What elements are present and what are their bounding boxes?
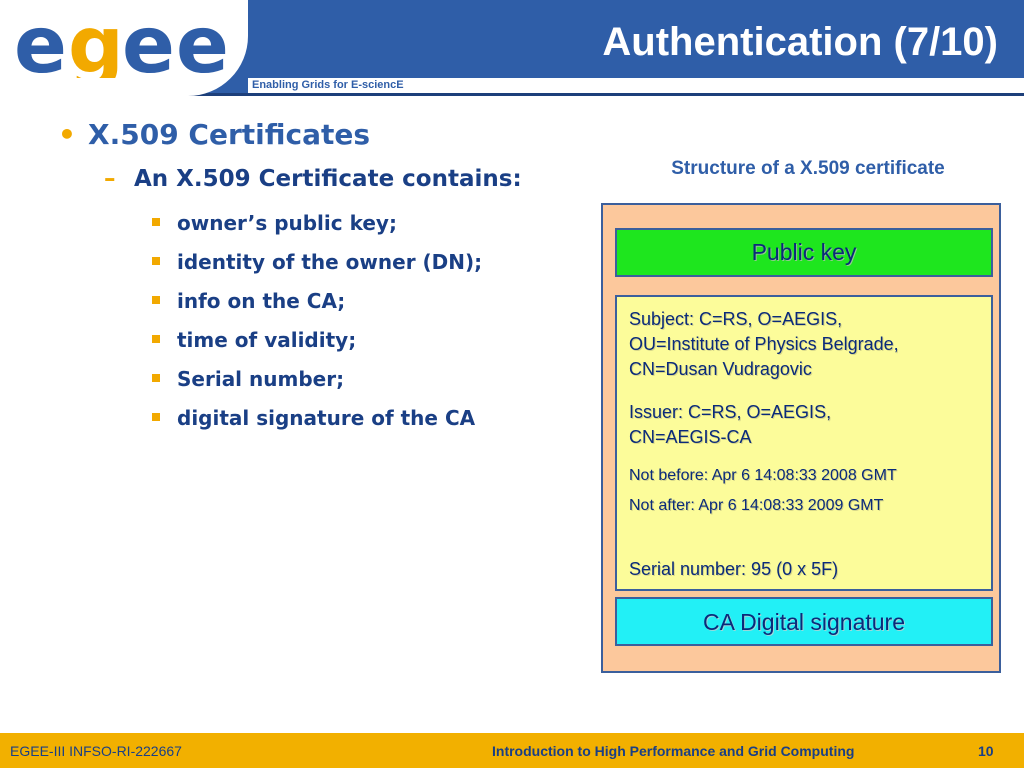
bullet-level2: – An X.509 Certificate contains: xyxy=(104,166,522,192)
square-bullet-icon xyxy=(152,374,160,382)
slide-title: Authentication (7/10) xyxy=(602,20,998,64)
list-item-text: digital signature of the CA xyxy=(177,406,476,430)
list-item: digital signature of the CA xyxy=(152,403,482,442)
not-after: Not after: Apr 6 14:08:33 2009 GMT xyxy=(629,497,884,514)
svg-text:e: e xyxy=(14,12,64,78)
not-before: Not before: Apr 6 14:08:33 2008 GMT xyxy=(629,467,897,484)
subject-line: CN=Dusan Vudragovic xyxy=(629,359,812,379)
list-item: info on the CA; xyxy=(152,286,482,325)
logo-panel: e g e e xyxy=(0,0,248,96)
issuer-line: Issuer: C=RS, O=AEGIS, xyxy=(629,402,832,422)
certificate-details-box: Subject: C=RS, O=AEGIS, OU=Institute of … xyxy=(615,295,993,591)
bullet-level1-text: X.509 Certificates xyxy=(88,118,371,151)
bullet-dash-icon: – xyxy=(104,166,116,192)
subject-line: OU=Institute of Physics Belgrade, xyxy=(629,334,899,354)
bullet-level2-text: An X.509 Certificate contains: xyxy=(134,166,522,192)
list-item: time of validity; xyxy=(152,325,482,364)
list-item: identity of the owner (DN); xyxy=(152,247,482,286)
egee-logo: e g e e xyxy=(14,12,230,78)
square-bullet-icon xyxy=(152,218,160,226)
tagline: Enabling Grids for E-sciencE xyxy=(252,79,404,91)
page-number: 10 xyxy=(978,743,994,759)
list-item: owner’s public key; xyxy=(152,208,482,247)
subject-line: Subject: C=RS, O=AEGIS, xyxy=(629,309,843,329)
list-item-text: owner’s public key; xyxy=(177,211,397,235)
list-item-text: info on the CA; xyxy=(177,289,346,313)
issuer-line: CN=AEGIS-CA xyxy=(629,427,752,447)
bullet-level1: • X.509 Certificates xyxy=(58,118,370,151)
square-bullet-icon xyxy=(152,296,160,304)
svg-text:e: e xyxy=(122,12,172,78)
ca-signature-box: CA Digital signature xyxy=(615,597,993,646)
svg-text:e: e xyxy=(176,12,226,78)
serial-number: Serial number: 95 (0 x 5F) xyxy=(629,559,839,579)
svg-text:g: g xyxy=(68,12,120,78)
certificate-contents-list: owner’s public key; identity of the owne… xyxy=(152,208,482,442)
list-item-text: Serial number; xyxy=(177,367,345,391)
list-item-text: identity of the owner (DN); xyxy=(177,250,483,274)
footer-bar: EGEE-III INFSO-RI-222667 Introduction to… xyxy=(0,733,1024,768)
public-key-box: Public key xyxy=(615,228,993,277)
square-bullet-icon xyxy=(152,413,160,421)
list-item-text: time of validity; xyxy=(177,328,357,352)
project-id: EGEE-III INFSO-RI-222667 xyxy=(10,743,182,759)
certificate-caption: Structure of a X.509 certificate xyxy=(671,158,945,179)
square-bullet-icon xyxy=(152,335,160,343)
bullet-dot-icon: • xyxy=(58,118,76,151)
course-title: Introduction to High Performance and Gri… xyxy=(492,743,855,759)
square-bullet-icon xyxy=(152,257,160,265)
list-item: Serial number; xyxy=(152,364,482,403)
